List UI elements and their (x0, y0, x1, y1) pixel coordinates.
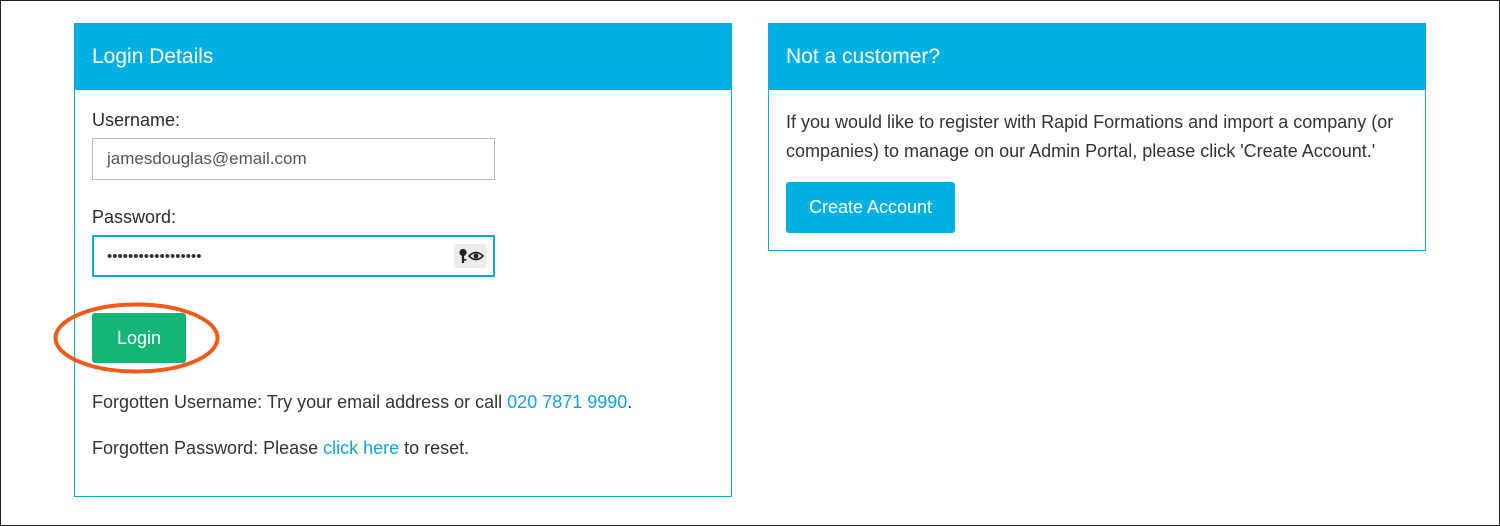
create-account-button[interactable]: Create Account (786, 182, 955, 233)
register-panel: Not a customer? If you would like to reg… (768, 23, 1426, 251)
eye-icon[interactable] (467, 251, 485, 261)
forgot-password-text: Forgotten Password: Please click here to… (92, 438, 469, 459)
login-panel: Login Details Username: jamesdouglas@ema… (74, 23, 732, 497)
login-button[interactable]: Login (92, 313, 186, 363)
register-description: If you would like to register with Rapid… (786, 112, 1394, 161)
password-mask: •••••••••••••••••• (107, 248, 202, 265)
key-icon[interactable] (459, 248, 467, 263)
reset-password-link[interactable]: click here (323, 438, 399, 458)
password-input[interactable]: •••••••••••••••••• (92, 235, 495, 277)
register-panel-title: Not a customer? (769, 24, 1425, 90)
username-input[interactable]: jamesdouglas@email.com (92, 138, 495, 180)
username-label: Username: (92, 110, 181, 130)
forgot-password-suffix: to reset. (399, 438, 470, 458)
password-tools (454, 244, 487, 268)
phone-link[interactable]: 020 7871 9990 (507, 392, 627, 412)
forgot-username-prefix: Forgotten Username: Try your email addre… (92, 392, 508, 412)
login-panel-title: Login Details (75, 24, 731, 90)
forgot-username-text: Forgotten Username: Try your email addre… (92, 392, 632, 413)
forgot-password-prefix: Forgotten Password: Please (92, 438, 324, 458)
forgot-username-suffix: . (627, 392, 633, 412)
password-label: Password: (92, 207, 177, 227)
